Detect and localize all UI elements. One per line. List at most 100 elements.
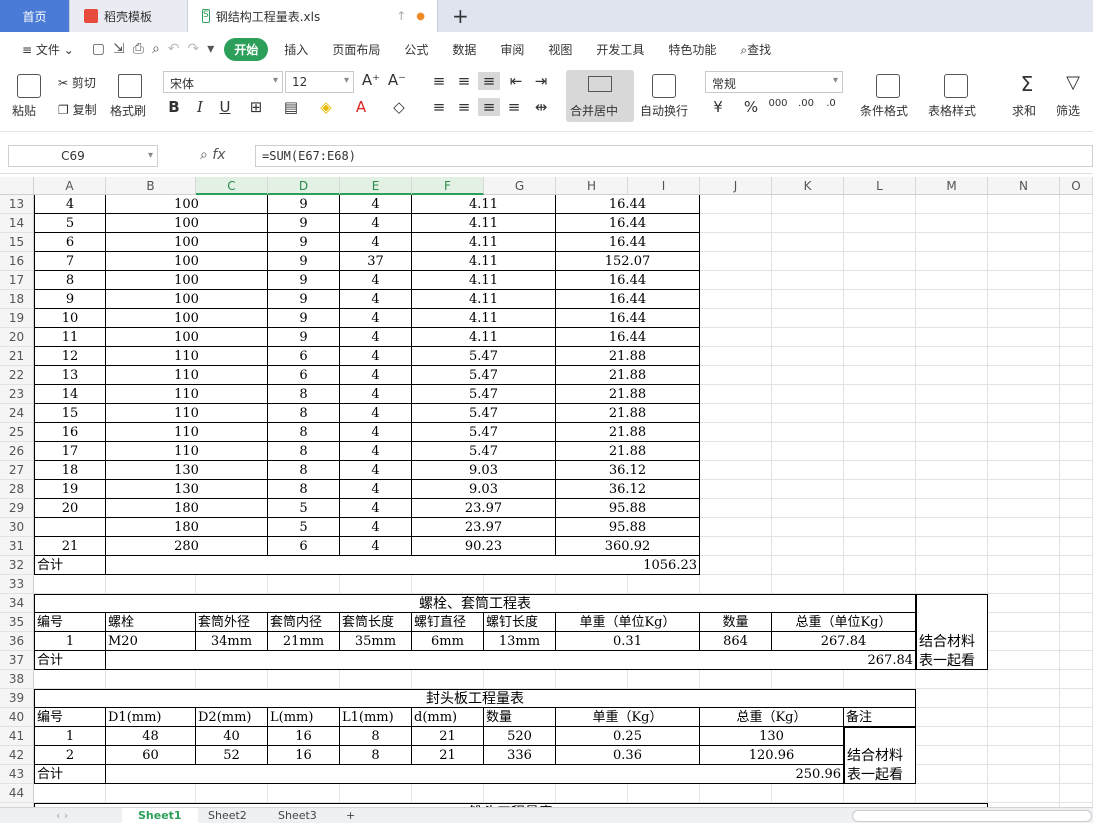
- table1-cell-d[interactable]: 6: [268, 537, 340, 556]
- table1-total-label[interactable]: 合计: [34, 556, 106, 575]
- table1-cell-unit-weight[interactable]: 5.47: [412, 404, 556, 423]
- row-header[interactable]: 28: [0, 480, 34, 499]
- table1-cell-length[interactable]: 100: [106, 195, 268, 214]
- column-header[interactable]: D: [268, 177, 340, 195]
- wrap-text-icon[interactable]: [652, 74, 676, 98]
- clear-icon[interactable]: ◇: [388, 98, 410, 116]
- table1-cell-total-weight[interactable]: 95.88: [556, 499, 700, 518]
- table-style-label[interactable]: 表格样式: [928, 102, 976, 119]
- table1-cell-d[interactable]: 6: [268, 366, 340, 385]
- table1-cell-length[interactable]: 100: [106, 309, 268, 328]
- tab-file[interactable]: S 钢结构工程量表.xls ↑ ●: [188, 0, 438, 32]
- table3-cell[interactable]: 16: [268, 746, 340, 765]
- table1-cell-unit-weight[interactable]: 5.47: [412, 347, 556, 366]
- column-header[interactable]: K: [772, 177, 844, 195]
- font-size-select[interactable]: 12: [285, 71, 354, 93]
- table2-note[interactable]: 结合材料表一起看: [916, 594, 988, 670]
- table1-cell-total-weight[interactable]: 95.88: [556, 518, 700, 537]
- row-header[interactable]: 13: [0, 195, 34, 214]
- table2-header[interactable]: 螺栓: [106, 613, 196, 632]
- row-header[interactable]: 24: [0, 404, 34, 423]
- table1-cell-e[interactable]: 4: [340, 233, 412, 252]
- table3-cell[interactable]: 336: [484, 746, 556, 765]
- align-bottom-icon[interactable]: ≡: [478, 72, 500, 90]
- file-menu[interactable]: ≡ 文件 ⌄: [10, 41, 86, 58]
- table-style-icon[interactable]: [944, 74, 968, 98]
- redo-icon[interactable]: ↷: [188, 41, 200, 57]
- table1-cell-d[interactable]: 9: [268, 309, 340, 328]
- table1-cell-e[interactable]: 4: [340, 442, 412, 461]
- wrap-text-label[interactable]: 自动换行: [640, 102, 688, 119]
- conditional-format-icon[interactable]: [876, 74, 900, 98]
- table2-total-label[interactable]: 合计: [34, 651, 106, 670]
- row-header[interactable]: 43: [0, 765, 34, 784]
- table3-cell[interactable]: 21: [412, 727, 484, 746]
- table1-cell-length[interactable]: 100: [106, 233, 268, 252]
- percent-icon[interactable]: %: [740, 98, 762, 116]
- formula-input[interactable]: =SUM(E67:E68): [255, 145, 1093, 167]
- indent-increase-icon[interactable]: ⇥: [530, 72, 552, 90]
- table1-cell-d[interactable]: 5: [268, 518, 340, 537]
- table2-cell[interactable]: 0.31: [556, 632, 700, 651]
- distributed-icon[interactable]: ⇹: [530, 98, 552, 116]
- table2-cell[interactable]: 13mm: [484, 632, 556, 651]
- table1-cell-no[interactable]: [34, 518, 106, 537]
- row-header[interactable]: 23: [0, 385, 34, 404]
- table1-cell-total-weight[interactable]: 21.88: [556, 442, 700, 461]
- table1-cell-e[interactable]: 4: [340, 461, 412, 480]
- table1-cell-no[interactable]: 20: [34, 499, 106, 518]
- row-header[interactable]: 31: [0, 537, 34, 556]
- table1-cell-total-weight[interactable]: 36.12: [556, 480, 700, 499]
- column-header[interactable]: O: [1060, 177, 1093, 195]
- table1-cell-d[interactable]: 9: [268, 271, 340, 290]
- table2-cell[interactable]: 35mm: [340, 632, 412, 651]
- table1-cell-length[interactable]: 110: [106, 385, 268, 404]
- row-header[interactable]: 22: [0, 366, 34, 385]
- menu-developer[interactable]: 开发工具: [584, 41, 656, 58]
- row-header[interactable]: 42: [0, 746, 34, 765]
- table1-cell-total-weight[interactable]: 21.88: [556, 366, 700, 385]
- table2-cell[interactable]: M20: [106, 632, 196, 651]
- table1-cell-d[interactable]: 8: [268, 404, 340, 423]
- paste-icon[interactable]: [17, 74, 41, 98]
- column-header[interactable]: A: [34, 177, 106, 195]
- table1-cell-d[interactable]: 8: [268, 423, 340, 442]
- column-header[interactable]: E: [340, 177, 412, 195]
- filter-label[interactable]: 筛选: [1056, 102, 1080, 119]
- sheet-tab-2[interactable]: Sheet2: [192, 808, 263, 824]
- table1-cell-unit-weight[interactable]: 4.11: [412, 195, 556, 214]
- table1-cell-unit-weight[interactable]: 5.47: [412, 385, 556, 404]
- currency-icon[interactable]: ¥: [707, 98, 729, 116]
- bold-button[interactable]: B: [163, 98, 185, 116]
- table1-cell-e[interactable]: 4: [340, 480, 412, 499]
- conditional-format-label[interactable]: 条件格式: [860, 102, 908, 119]
- table1-cell-total-weight[interactable]: 16.44: [556, 233, 700, 252]
- table2-header[interactable]: 单重（单位Kg）: [556, 613, 700, 632]
- table1-cell-length[interactable]: 110: [106, 423, 268, 442]
- sheet-tab-3[interactable]: Sheet3: [262, 808, 333, 824]
- table2-header[interactable]: 螺钉长度: [484, 613, 556, 632]
- menu-start[interactable]: 开始: [224, 37, 269, 61]
- table2-cell[interactable]: 1: [34, 632, 106, 651]
- table1-cell-no[interactable]: 9: [34, 290, 106, 309]
- table1-cell-total-weight[interactable]: 21.88: [556, 423, 700, 442]
- table3-header[interactable]: 总重（Kg）: [700, 708, 844, 727]
- table1-cell-unit-weight[interactable]: 4.11: [412, 328, 556, 347]
- table1-cell-unit-weight[interactable]: 4.11: [412, 290, 556, 309]
- row-header[interactable]: 38: [0, 670, 34, 689]
- more-icon[interactable]: ▾: [207, 41, 214, 57]
- number-format-select[interactable]: 常规: [705, 71, 843, 93]
- row-header[interactable]: 37: [0, 651, 34, 670]
- table3-total-value[interactable]: 250.96: [106, 765, 844, 784]
- table3-cell[interactable]: 120.96: [700, 746, 844, 765]
- table1-cell-no[interactable]: 19: [34, 480, 106, 499]
- table3-title[interactable]: 封头板工程量表: [34, 689, 916, 708]
- row-header[interactable]: 21: [0, 347, 34, 366]
- table1-cell-no[interactable]: 11: [34, 328, 106, 347]
- table3-header[interactable]: 备注: [844, 708, 916, 727]
- table1-cell-no[interactable]: 17: [34, 442, 106, 461]
- table3-cell[interactable]: 1: [34, 727, 106, 746]
- align-center-icon[interactable]: ≡: [453, 98, 475, 116]
- table3-cell[interactable]: 48: [106, 727, 196, 746]
- table1-cell-total-weight[interactable]: 16.44: [556, 271, 700, 290]
